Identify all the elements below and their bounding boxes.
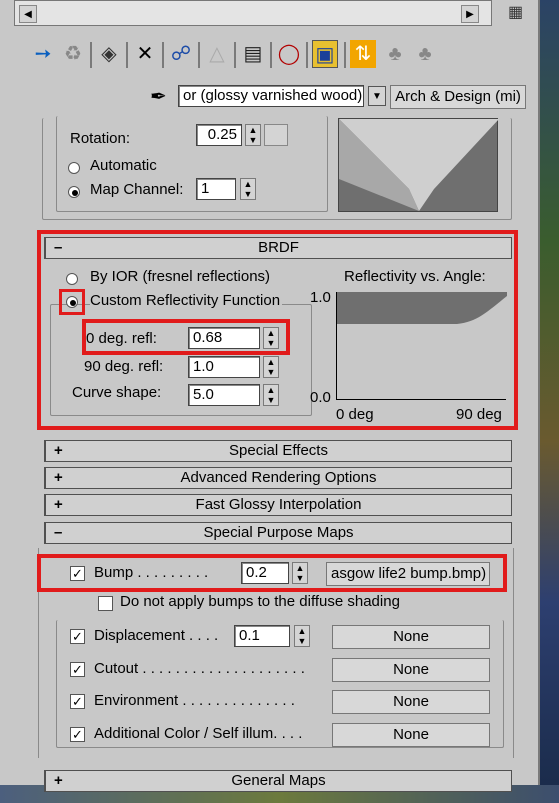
eyedropper-icon[interactable]: ✒ <box>150 84 167 109</box>
expand-icon: + <box>54 442 63 459</box>
show-map-icon[interactable]: ▣ <box>312 40 338 68</box>
toolbar-separator <box>90 42 92 68</box>
automatic-label: Automatic <box>90 157 157 174</box>
special-effects-title: Special Effects <box>229 442 328 459</box>
rotation-field[interactable]: 0.25 <box>196 124 242 146</box>
toolbar-separator <box>162 42 164 68</box>
general-maps-title: General Maps <box>231 772 326 789</box>
custom-radio-highlight <box>59 289 85 315</box>
preview-shape-icon <box>339 119 499 211</box>
get-material-icon[interactable]: ➙ <box>30 40 56 68</box>
reflectivity-graph <box>336 292 507 400</box>
graph-y-min-label: 0.0 <box>310 389 331 406</box>
map-channel-radio[interactable] <box>68 186 80 198</box>
map-channel-label: Map Channel: <box>90 181 184 198</box>
special-effects-rollout[interactable]: + Special Effects <box>44 440 512 462</box>
custom-reflectivity-label: Custom Reflectivity Function <box>90 292 283 309</box>
toolbar-separator <box>234 42 236 68</box>
toolbar: ➙ ♻ ◈ ✕ ☍ △ ▤ ◯ ▣ ⇅ ♣ ♣ <box>30 40 540 72</box>
toolbar-separator <box>270 42 272 68</box>
scroll-right-button[interactable]: ▶ <box>461 5 479 23</box>
bump-highlight <box>37 554 507 592</box>
zero-deg-highlight <box>82 319 290 355</box>
rotation-label: Rotation: <box>70 130 131 147</box>
rotation-map-button[interactable] <box>264 124 288 146</box>
horizontal-scrollbar[interactable]: ◀ ▶ <box>14 0 492 26</box>
put-to-scene-icon[interactable]: ♻ <box>60 40 86 68</box>
environment-map-button[interactable]: None <box>332 690 490 714</box>
graph-x-min-label: 0 deg <box>336 406 374 423</box>
toolbar-separator <box>306 42 308 68</box>
collapse-icon: – <box>54 524 63 541</box>
ninety-deg-refl-label: 90 deg. refl: <box>84 358 164 375</box>
toolbar-separator <box>126 42 128 68</box>
advanced-rendering-title: Advanced Rendering Options <box>180 469 377 486</box>
cutout-checkbox[interactable]: ✓ <box>70 662 85 677</box>
by-ior-label: By IOR (fresnel reflections) <box>90 268 271 285</box>
ninety-deg-refl-spinner[interactable]: ▲ ▼ <box>263 356 279 378</box>
go-forward-icon[interactable]: ♣ <box>412 40 438 68</box>
displacement-checkbox[interactable]: ✓ <box>70 629 85 644</box>
additional-color-label: Additional Color / Self illum. . . . <box>94 725 303 742</box>
displacement-amount-spinner[interactable]: ▲ ▼ <box>294 625 310 647</box>
general-maps-rollout[interactable]: + General Maps <box>44 770 512 792</box>
additional-color-checkbox[interactable]: ✓ <box>70 727 85 742</box>
additional-color-map-button[interactable]: None <box>332 723 490 747</box>
fast-glossy-title: Fast Glossy Interpolation <box>195 496 362 513</box>
by-ior-radio[interactable] <box>66 273 78 285</box>
map-preview-image <box>338 118 499 212</box>
displacement-map-button[interactable]: None <box>332 625 490 649</box>
options-icon[interactable]: ▦ <box>508 2 523 22</box>
toolbar-separator <box>344 42 346 68</box>
material-name-dropdown[interactable]: ▼ <box>368 86 386 106</box>
curve-shape-field[interactable]: 5.0 <box>188 384 260 406</box>
map-channel-spinner[interactable]: ▲ ▼ <box>240 178 256 200</box>
displacement-amount-field[interactable]: 0.1 <box>234 625 290 647</box>
fast-glossy-rollout[interactable]: + Fast Glossy Interpolation <box>44 494 512 516</box>
put-to-library-icon[interactable]: △ <box>204 40 230 68</box>
material-type-button[interactable]: Arch & Design (mi) <box>390 85 526 109</box>
special-purpose-maps-rollout[interactable]: – Special Purpose Maps <box>44 522 512 544</box>
no-diffuse-bump-label: Do not apply bumps to the diffuse shadin… <box>120 593 400 610</box>
reset-icon[interactable]: ✕ <box>132 40 158 68</box>
environment-label: Environment . . . . . . . . . . . . . . <box>94 692 295 709</box>
viewport-background-strip <box>540 0 559 803</box>
expand-icon: + <box>54 469 63 486</box>
toolbar-separator <box>198 42 200 68</box>
expand-icon: + <box>54 496 63 513</box>
expand-icon: + <box>54 772 63 789</box>
cutout-map-button[interactable]: None <box>332 658 490 682</box>
material-id-icon[interactable]: ▤ <box>240 40 266 68</box>
curve-shape-label: Curve shape: <box>72 384 162 401</box>
make-unique-icon[interactable]: ☍ <box>168 40 194 68</box>
scroll-left-button[interactable]: ◀ <box>19 5 37 23</box>
special-purpose-maps-title: Special Purpose Maps <box>203 524 354 541</box>
ninety-deg-refl-field[interactable]: 1.0 <box>188 356 260 378</box>
environment-checkbox[interactable]: ✓ <box>70 694 85 709</box>
map-channel-field[interactable]: 1 <box>196 178 236 200</box>
rotation-spinner[interactable]: ▲ ▼ <box>245 124 261 146</box>
automatic-radio[interactable] <box>68 162 80 174</box>
advanced-rendering-rollout[interactable]: + Advanced Rendering Options <box>44 467 512 489</box>
curve-shape-spinner[interactable]: ▲ ▼ <box>263 384 279 406</box>
go-to-parent-icon[interactable]: ♣ <box>382 40 408 68</box>
show-end-result-icon[interactable]: ⇅ <box>350 40 376 68</box>
cutout-label: Cutout . . . . . . . . . . . . . . . . .… <box>94 660 305 677</box>
displacement-label: Displacement . . . . <box>94 627 219 644</box>
material-name-field[interactable]: or (glossy varnished wood) <box>178 85 364 107</box>
graph-y-max-label: 1.0 <box>310 289 331 306</box>
assign-material-icon[interactable]: ◈ <box>96 40 122 68</box>
material-effects-channel-icon[interactable]: ◯ <box>276 40 302 68</box>
reflectivity-graph-title: Reflectivity vs. Angle: <box>344 268 486 285</box>
reflectivity-curve <box>337 292 507 324</box>
no-diffuse-bump-checkbox[interactable] <box>98 596 113 611</box>
graph-x-max-label: 90 deg <box>456 406 502 423</box>
